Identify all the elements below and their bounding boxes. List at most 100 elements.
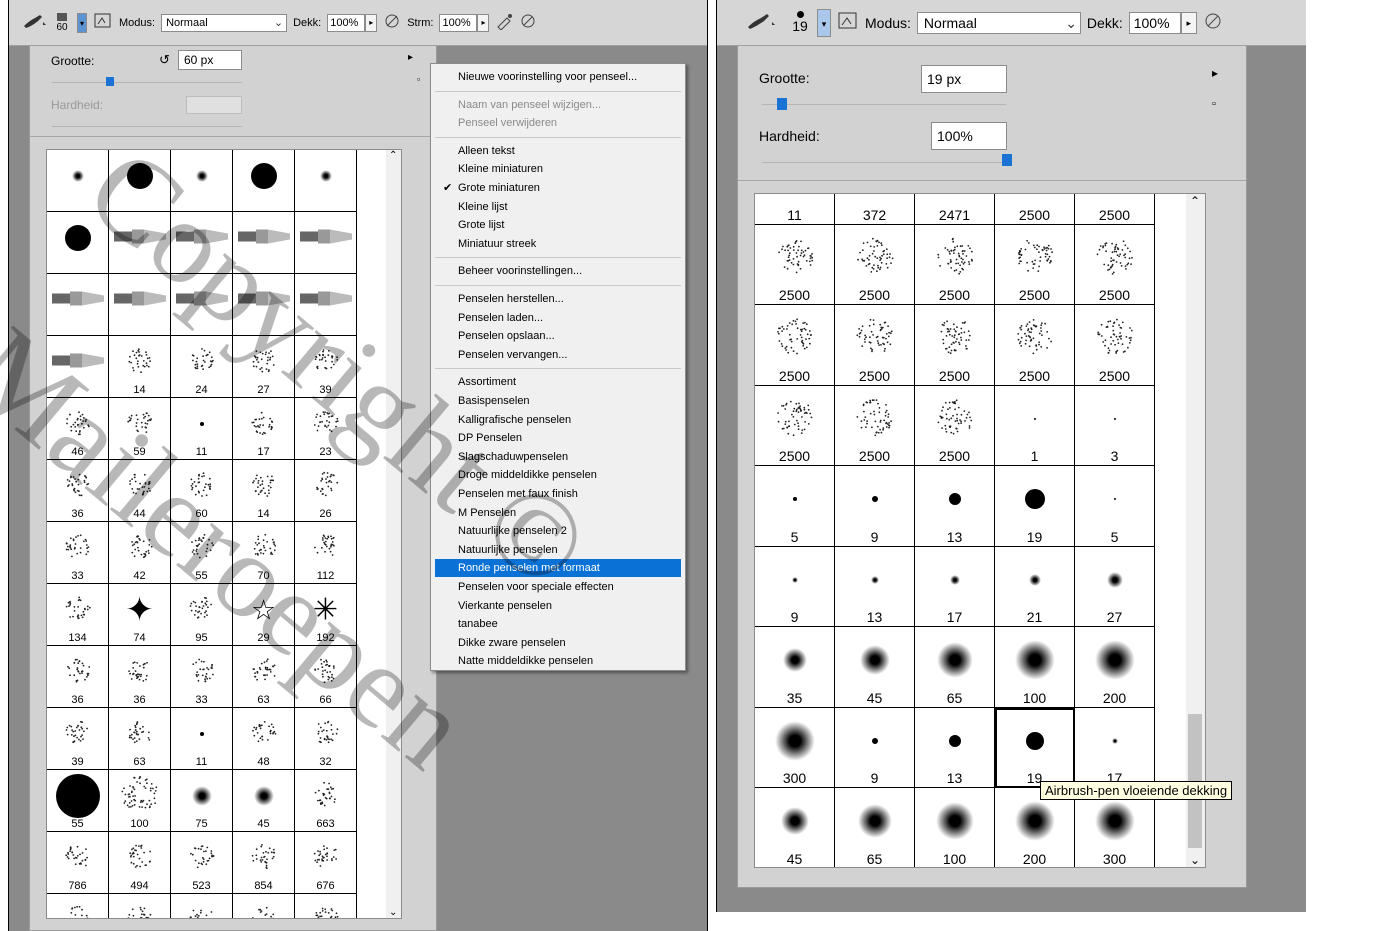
scrollbar[interactable]: ⌃ ⌄ (1186, 194, 1205, 867)
brush-preset-cell[interactable]: 2500 (915, 385, 995, 466)
reset-size-icon[interactable]: ↺ (159, 52, 170, 68)
menu-item[interactable]: Penselen voor speciale effecten (435, 578, 681, 596)
brush-preset-cell[interactable]: 45 (233, 770, 295, 832)
brush-preset-cell[interactable] (109, 212, 171, 274)
brush-preset-cell[interactable]: 2500 (915, 224, 995, 305)
brush-preset-cell[interactable] (47, 150, 109, 212)
brush-preset-cell[interactable]: 11 (755, 194, 835, 225)
menu-item[interactable]: Penselen met faux finish (435, 485, 681, 503)
brush-preset-cell[interactable]: 36 (47, 646, 109, 708)
size-slider-track[interactable] (762, 104, 1006, 105)
scroll-up-icon[interactable]: ⌃ (389, 150, 397, 161)
brush-preset-cell[interactable]: 523 (171, 832, 233, 894)
menu-item[interactable]: Penseel verwijderen (435, 114, 681, 132)
brush-preset-cell[interactable]: 112 (295, 522, 357, 584)
brush-preset-cell[interactable]: 95 (171, 584, 233, 646)
brush-preset-cell[interactable]: 19 (995, 707, 1075, 788)
brush-preset-cell[interactable]: 36 (109, 646, 171, 708)
menu-item[interactable]: Basispenselen (435, 392, 681, 410)
brush-preset-cell[interactable] (295, 894, 357, 918)
brush-preset-cell[interactable]: 33 (171, 646, 233, 708)
brush-preset-cell[interactable]: 13 (915, 466, 995, 547)
brush-preset-cell[interactable]: 60 (171, 460, 233, 522)
pressure-opacity-icon[interactable] (1203, 11, 1223, 34)
brush-preset-cell[interactable]: 45 (755, 788, 835, 867)
brush-picker-dropdown[interactable]: ▾ (817, 8, 831, 37)
brush-preset-cell[interactable]: 46 (47, 398, 109, 460)
brush-preset-cell[interactable]: 33 (47, 522, 109, 584)
brush-preset-cell[interactable]: 17 (915, 546, 995, 627)
menu-item[interactable]: Natuurlijke penselen (435, 541, 681, 559)
new-preset-icon[interactable]: ▫ (417, 74, 420, 84)
brush-preset-cell[interactable]: 2500 (915, 305, 995, 386)
scrollbar[interactable]: ⌃ ⌄ (386, 150, 401, 918)
brush-preset-cell[interactable]: 24 (171, 336, 233, 398)
flow-input[interactable]: 100% (439, 13, 478, 32)
brush-preset-cell[interactable]: 55 (171, 522, 233, 584)
menu-item[interactable]: Miniatuur streek (435, 235, 681, 253)
brush-preset-cell[interactable]: 786 (47, 832, 109, 894)
scroll-up-icon[interactable]: ⌃ (1190, 194, 1200, 208)
brush-preset-cell[interactable] (171, 894, 233, 918)
brush-preset-cell[interactable]: 300 (755, 707, 835, 788)
brush-preset-cell[interactable]: 2500 (995, 224, 1075, 305)
size-slider-track[interactable] (52, 82, 242, 83)
size-slider-thumb[interactable] (106, 77, 114, 86)
brush-preset-cell[interactable]: 2500 (755, 224, 835, 305)
brush-preset-cell[interactable] (47, 894, 109, 918)
brush-preset-cell[interactable]: 70 (233, 522, 295, 584)
menu-item[interactable]: Penselen opslaan... (435, 327, 681, 345)
brush-preset-cell[interactable]: 39 (47, 708, 109, 770)
brush-panel-toggle-icon[interactable] (93, 12, 113, 33)
mode-select[interactable]: Normaal ⌄ (916, 11, 1081, 34)
brush-preset-cell[interactable]: 17 (1075, 707, 1155, 788)
brush-preset-cell[interactable]: 2500 (755, 385, 835, 466)
menu-item[interactable]: DP Penselen (435, 429, 681, 447)
brush-preset-cell[interactable]: 21 (995, 546, 1075, 627)
brush-tool-icon[interactable] (745, 10, 777, 35)
brush-preset-cell[interactable]: ☆ 29 (233, 584, 295, 646)
menu-item[interactable]: Beheer voorinstellingen... (435, 262, 681, 280)
menu-item[interactable]: Penselen herstellen... (435, 290, 681, 308)
menu-item[interactable]: Droge middeldikke penselen (435, 466, 681, 484)
brush-preset-cell[interactable] (295, 212, 357, 274)
brush-preset-cell[interactable]: 39 (295, 336, 357, 398)
menu-item[interactable]: Dikke zware penselen (435, 634, 681, 652)
brush-preset-cell[interactable]: 100 (995, 627, 1075, 708)
menu-item[interactable]: Penselen vervangen... (435, 346, 681, 364)
scroll-down-icon[interactable]: ⌄ (389, 907, 397, 918)
brush-preset-cell[interactable] (47, 212, 109, 274)
brush-preset-cell[interactable] (295, 150, 357, 212)
flow-slider-button[interactable]: ▸ (477, 13, 490, 32)
opacity-input[interactable]: 100% (327, 13, 366, 32)
panel-menu-icon[interactable]: ▸ (408, 52, 413, 63)
brush-preset-cell[interactable]: 663 (295, 770, 357, 832)
menu-item[interactable]: Grote lijst (435, 216, 681, 234)
brush-preset-cell[interactable]: 65 (835, 788, 915, 867)
opacity-slider-button[interactable]: ▸ (365, 13, 378, 32)
brush-preset-cell[interactable]: 75 (171, 770, 233, 832)
opacity-slider-button[interactable]: ▸ (1180, 11, 1197, 34)
brush-preset-cell[interactable]: 2500 (995, 194, 1075, 225)
pressure-size-icon[interactable] (519, 12, 537, 33)
pressure-opacity-icon[interactable] (383, 12, 401, 33)
menu-item[interactable]: M Penselen (435, 504, 681, 522)
brush-preset-cell[interactable]: 9 (835, 466, 915, 547)
brush-preset-cell[interactable]: 36 (47, 460, 109, 522)
menu-item[interactable]: Vierkante penselen (435, 597, 681, 615)
brush-preset-cell[interactable]: 2500 (995, 305, 1075, 386)
brush-preset-cell[interactable]: 32 (295, 708, 357, 770)
brush-preset-cell[interactable]: 2500 (1075, 224, 1155, 305)
brush-preset-cell[interactable] (109, 150, 171, 212)
size-input[interactable]: 19 px (921, 65, 1007, 93)
brush-preset-cell[interactable]: 27 (233, 336, 295, 398)
brush-panel-toggle-icon[interactable] (837, 11, 859, 34)
brush-preset-cell[interactable] (233, 894, 295, 918)
brush-preset-cell[interactable]: 55 (47, 770, 109, 832)
menu-item[interactable]: Natuurlijke penselen 2 (435, 522, 681, 540)
brush-preset-cell[interactable]: 13 (835, 546, 915, 627)
brush-preset-cell[interactable] (171, 150, 233, 212)
brush-preset-cell[interactable]: 11 (171, 708, 233, 770)
new-preset-icon[interactable]: ▫ (1212, 98, 1216, 110)
brush-preset-cell[interactable]: 45 (835, 627, 915, 708)
